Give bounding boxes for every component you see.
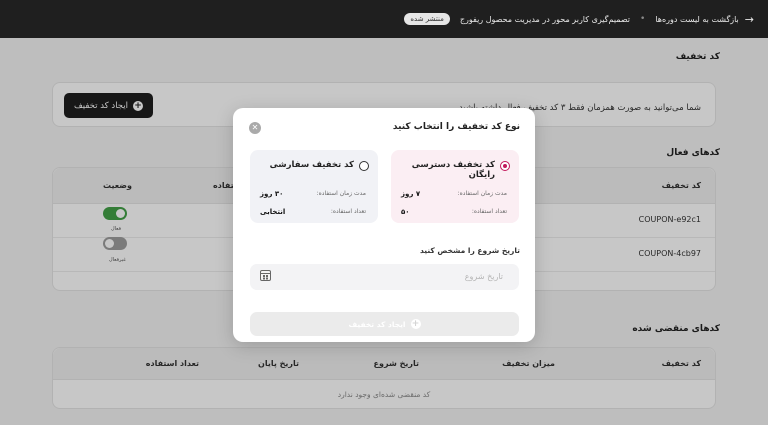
plus-icon: + xyxy=(410,319,421,329)
option-title: کد تخفیف سفارشی xyxy=(269,160,354,170)
arrow-right-icon: → xyxy=(744,12,754,26)
modal-title: نوع کد تخفیف را انتخاب کنید xyxy=(392,122,520,132)
option-count: تعداد استفاده: ۵۰ xyxy=(401,208,507,216)
back-link[interactable]: → بازگشت به لیست دوره‌ها xyxy=(655,14,754,25)
option-title: کد تخفیف دسترسی رایگان xyxy=(411,160,495,180)
breadcrumb-separator: • xyxy=(640,14,646,24)
duration-value: ۷ روز xyxy=(401,190,421,198)
option-count: تعداد استفاده: انتخابی xyxy=(260,208,366,216)
option-duration: مدت زمان استفاده: ۷ روز xyxy=(401,190,507,198)
count-value: ۵۰ xyxy=(401,208,410,216)
submit-discount-button[interactable]: + ایجاد کد تخفیف xyxy=(250,312,519,336)
start-date-label: تاریخ شروع را مشخص کنید xyxy=(419,246,520,255)
option-duration: مدت زمان استفاده: ۳۰ روز xyxy=(260,190,366,198)
option-custom[interactable]: کد تخفیف سفارشی مدت زمان استفاده: ۳۰ روز… xyxy=(250,150,378,223)
radio-selected[interactable] xyxy=(500,161,510,171)
radio-unselected[interactable] xyxy=(359,161,369,171)
back-label: بازگشت به لیست دوره‌ها xyxy=(655,14,739,24)
duration-label: مدت زمان استفاده: xyxy=(316,190,366,197)
submit-label: ایجاد کد تخفیف xyxy=(348,319,406,329)
start-date-input[interactable]: تاریخ شروع xyxy=(250,264,519,290)
count-label: تعداد استفاده: xyxy=(471,208,507,215)
count-label: تعداد استفاده: xyxy=(330,208,366,215)
discount-type-modal: نوع کد تخفیف را انتخاب کنید ✕ کد تخفیف د… xyxy=(233,108,535,342)
calendar-icon[interactable] xyxy=(260,270,271,281)
count-value: انتخابی xyxy=(260,208,286,216)
top-bar: → بازگشت به لیست دوره‌ها • تصمیم‌گیری کا… xyxy=(0,0,768,38)
close-icon[interactable]: ✕ xyxy=(249,122,261,134)
status-badge: منتشر شده xyxy=(404,13,450,25)
course-title: تصمیم‌گیری کاربر محور در مدیریت محصول ری… xyxy=(459,14,631,24)
duration-label: مدت زمان استفاده: xyxy=(457,190,507,197)
option-free-access[interactable]: کد تخفیف دسترسی رایگان مدت زمان استفاده:… xyxy=(391,150,519,223)
start-date-placeholder: تاریخ شروع xyxy=(464,272,503,281)
duration-value: ۳۰ روز xyxy=(260,190,284,198)
